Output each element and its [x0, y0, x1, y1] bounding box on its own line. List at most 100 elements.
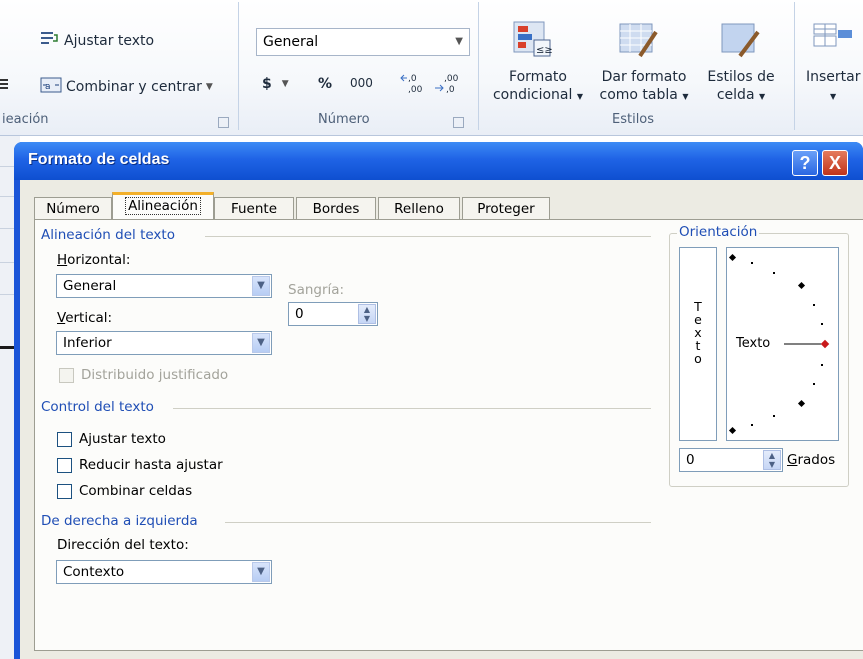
vertical-text-label: T e x t o	[680, 300, 716, 365]
text-direction-select[interactable]: Contexto ▼	[56, 560, 272, 584]
tab-number[interactable]: Número	[34, 197, 112, 219]
format-cells-dialog: Formato de celdas ? X Número Alineación …	[14, 142, 863, 659]
chevron-down-icon[interactable]: ▼	[252, 276, 270, 296]
degrees-value: 0	[686, 452, 695, 468]
dialog-titlebar[interactable]: Formato de celdas ? X	[14, 142, 863, 180]
degrees-spinner[interactable]: 0 ▲ ▼	[679, 448, 783, 472]
spin-updown-icon[interactable]: ▲ ▼	[358, 304, 376, 324]
merge-cells-checkbox[interactable]: Combinar celdas	[57, 483, 192, 499]
conditional-format-button[interactable]: Formato condicional ▼	[490, 68, 586, 106]
indent-spinner[interactable]: 0 ▲ ▼	[288, 302, 378, 326]
format-table-label-2: como tabla	[599, 87, 678, 103]
conditional-format-icon[interactable]: ≤≥	[512, 20, 553, 60]
percent-label: %	[318, 76, 333, 92]
separator	[794, 2, 795, 130]
number-format-value: General	[263, 34, 319, 50]
number-group-label: Número	[318, 112, 370, 127]
text-direction-value: Contexto	[63, 564, 125, 580]
decrease-decimal-button[interactable]: ,00,0	[434, 72, 460, 98]
cell-styles-label-1: Estilos de	[707, 69, 775, 85]
increase-decimal-icon: ,0,00	[400, 72, 426, 98]
alignment-dialog-launcher-icon[interactable]	[218, 117, 229, 128]
svg-text:,0: ,0	[408, 74, 417, 84]
shrink-to-fit-checkbox[interactable]: Reducir hasta ajustar	[57, 457, 223, 473]
orientation-dial[interactable]: Texto	[726, 247, 839, 441]
chevron-down-icon: ▼	[455, 36, 463, 47]
number-format-select[interactable]: General ▼	[256, 28, 470, 56]
align-justify-icon[interactable]	[0, 78, 10, 90]
alignment-group-label: ieación	[2, 112, 49, 127]
insert-button[interactable]: Insertar ▼	[806, 68, 863, 106]
alignment-tab-panel: Alineación del texto Horizontal: General…	[34, 219, 863, 651]
format-table-label-1: Dar formato	[601, 69, 687, 85]
wrap-text-label: Ajustar texto	[64, 33, 155, 49]
svg-text:a: a	[45, 82, 51, 92]
increase-decimal-button[interactable]: ,0,00	[400, 72, 426, 98]
chevron-down-icon: ▼	[205, 82, 213, 92]
svg-text:≤≥: ≤≥	[536, 45, 552, 56]
format-table-icon[interactable]	[618, 20, 658, 60]
tab-alignment-label: Alineación	[125, 197, 201, 215]
degrees-label-text: rados	[797, 452, 836, 468]
format-table-button[interactable]: Dar formato como tabla ▼	[598, 68, 690, 106]
tab-fill[interactable]: Relleno	[378, 197, 460, 219]
insert-label: Insertar	[806, 69, 861, 85]
styles-group-label: Estilos	[612, 112, 655, 127]
chevron-down-icon: ▼	[758, 92, 766, 101]
tab-borders[interactable]: Bordes	[296, 197, 376, 219]
cell-styles-button[interactable]: Estilos de celda ▼	[700, 68, 782, 106]
spin-updown-icon[interactable]: ▲ ▼	[763, 450, 781, 470]
cell-styles-icon[interactable]	[720, 20, 760, 60]
conditional-format-label-2: condicional	[492, 87, 573, 103]
orientation-section-title: Orientación	[677, 224, 760, 240]
percent-button[interactable]: %	[318, 76, 332, 92]
svg-text:,00: ,00	[444, 74, 459, 84]
merge-cells-label: Combinar celdas	[79, 483, 193, 499]
checkbox-box[interactable]	[57, 483, 72, 499]
insert-cells-icon[interactable]	[812, 20, 852, 60]
chevron-down-icon: ▼	[830, 92, 837, 101]
indent-label: Sangría:	[288, 282, 345, 298]
separator	[238, 2, 239, 130]
vertical-label: Vertical:	[57, 310, 113, 326]
tab-font[interactable]: Fuente	[214, 197, 294, 219]
section-divider	[205, 236, 651, 237]
chevron-down-icon[interactable]: ▼	[252, 333, 270, 353]
rtl-section-title: De derecha a izquierda	[41, 513, 198, 529]
checkbox-box[interactable]	[57, 457, 72, 473]
tab-protect[interactable]: Proteger	[462, 197, 550, 219]
merge-center-label: Combinar y centrar	[66, 79, 202, 95]
checkbox-box[interactable]	[59, 367, 74, 383]
cell-styles-label-2: celda	[716, 87, 755, 103]
horizontal-label-text: orizontal:	[67, 252, 131, 268]
text-alignment-section-title: Alineación del texto	[41, 227, 175, 243]
chevron-down-icon: ▼	[576, 92, 583, 101]
horizontal-alignment-select[interactable]: General ▼	[56, 274, 272, 298]
svg-text:,00: ,00	[408, 85, 423, 94]
vertical-text-toggle[interactable]: T e x t o	[679, 247, 717, 441]
degrees-label: Grados	[787, 452, 836, 468]
vertical-alignment-select[interactable]: Inferior ▼	[56, 331, 272, 355]
number-dialog-launcher-icon[interactable]	[453, 117, 464, 128]
decrease-decimal-icon: ,00,0	[434, 72, 460, 98]
thousands-button[interactable]: 000	[350, 76, 373, 90]
wrap-text-button[interactable]: Ajustar texto	[40, 30, 154, 52]
wrap-text-icon	[40, 30, 60, 52]
wrap-text-checkbox[interactable]: Ajustar texto	[57, 431, 166, 447]
section-divider	[173, 408, 651, 409]
checkbox-box[interactable]	[57, 431, 72, 447]
orientation-dial-text: Texto	[736, 336, 771, 351]
vertical-letter: o	[694, 351, 702, 366]
indent-value: 0	[295, 306, 304, 322]
wrap-text-checkbox-label: Ajustar texto	[79, 431, 166, 447]
tab-alignment[interactable]: Alineación	[112, 192, 214, 220]
close-button[interactable]: X	[822, 150, 848, 176]
help-button[interactable]: ?	[792, 150, 818, 176]
currency-button[interactable]: $ ▼	[262, 76, 289, 92]
merge-center-button[interactable]: a Combinar y centrar ▼	[40, 76, 213, 98]
chevron-down-icon[interactable]: ▼	[252, 562, 270, 582]
vertical-alignment-value: Inferior	[63, 335, 112, 351]
horizontal-label: Horizontal:	[57, 252, 131, 268]
ribbon: Ajustar texto a Combinar y centrar ▼ iea…	[0, 0, 863, 136]
distributed-justify-checkbox[interactable]: Distribuido justificado	[59, 367, 228, 383]
